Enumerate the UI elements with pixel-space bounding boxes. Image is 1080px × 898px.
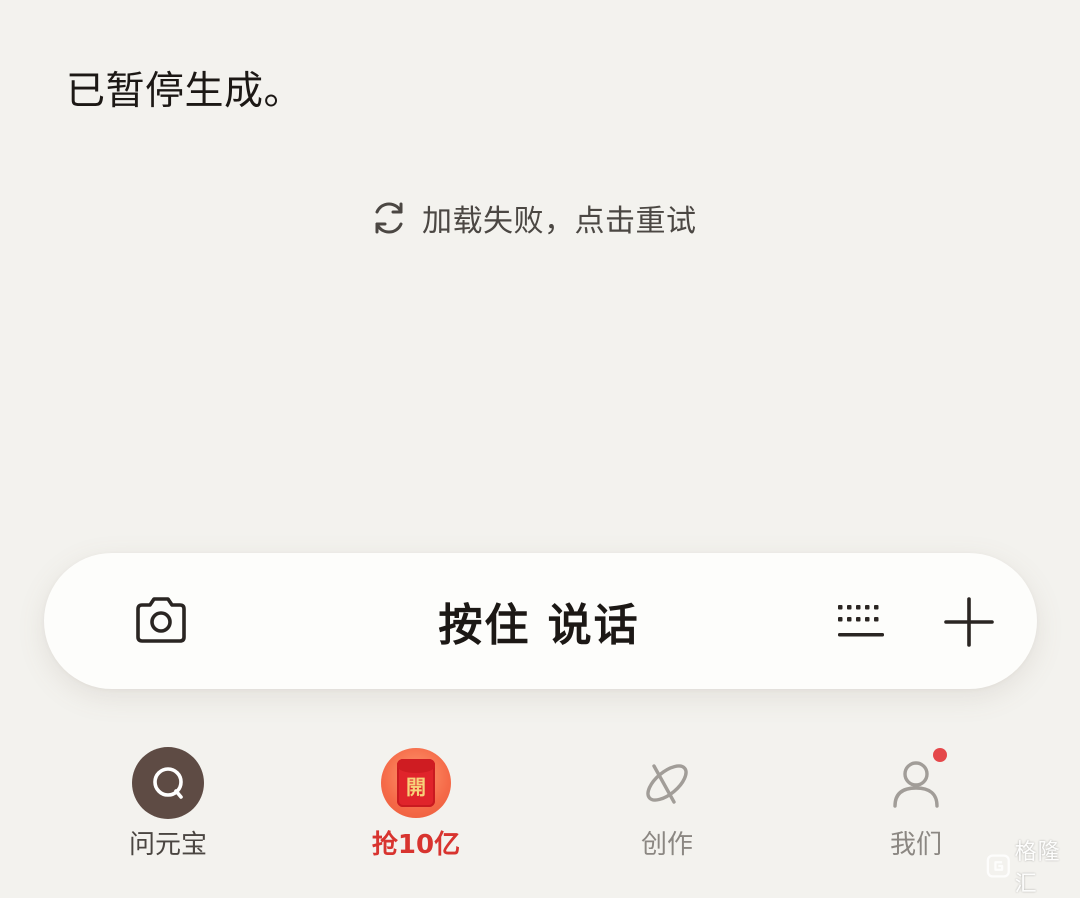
paused-message: 已暂停生成。: [66, 69, 304, 114]
nav-label: 我们: [889, 830, 942, 860]
nav-label: 创作: [640, 830, 693, 860]
retry-button[interactable]: 加载失败，点击重试: [370, 196, 697, 240]
plus-icon: [944, 597, 994, 647]
watermark-logo-icon: [986, 854, 1010, 878]
hold-to-talk-button[interactable]: 按住 说话: [344, 583, 734, 659]
nav-tab-promo[interactable]: 開 抢10亿: [336, 746, 496, 868]
envelope-char: 開: [406, 775, 426, 799]
camera-button[interactable]: [130, 593, 192, 649]
voice-input-bar: 按住 说话: [44, 553, 1037, 689]
watermark-text: 格隆汇: [1014, 840, 1061, 897]
hold-to-talk-label: 按住 说话: [438, 600, 640, 651]
create-icon: [646, 764, 688, 804]
bottom-nav: 问元宝 開 抢10亿 创作 我们: [0, 730, 1080, 872]
retry-label: 加载失败，点击重试: [422, 204, 697, 239]
nav-tab-wenyuanbao[interactable]: 问元宝: [88, 746, 248, 868]
nav-tab-me[interactable]: 我们: [836, 746, 996, 868]
watermark: 格隆汇: [986, 834, 1080, 898]
keyboard-icon: [838, 605, 884, 637]
plus-button[interactable]: [942, 595, 996, 649]
nav-label: 问元宝: [128, 830, 207, 860]
red-envelope-icon: 開: [381, 748, 451, 818]
notification-dot: [933, 748, 947, 762]
nav-label: 抢10亿: [371, 830, 461, 860]
camera-icon: [136, 597, 186, 643]
keyboard-button[interactable]: [834, 597, 888, 647]
person-icon: [893, 761, 939, 808]
refresh-icon: [370, 199, 408, 237]
nav-tab-create[interactable]: 创作: [587, 746, 747, 868]
chat-bubble-icon: [132, 747, 204, 819]
